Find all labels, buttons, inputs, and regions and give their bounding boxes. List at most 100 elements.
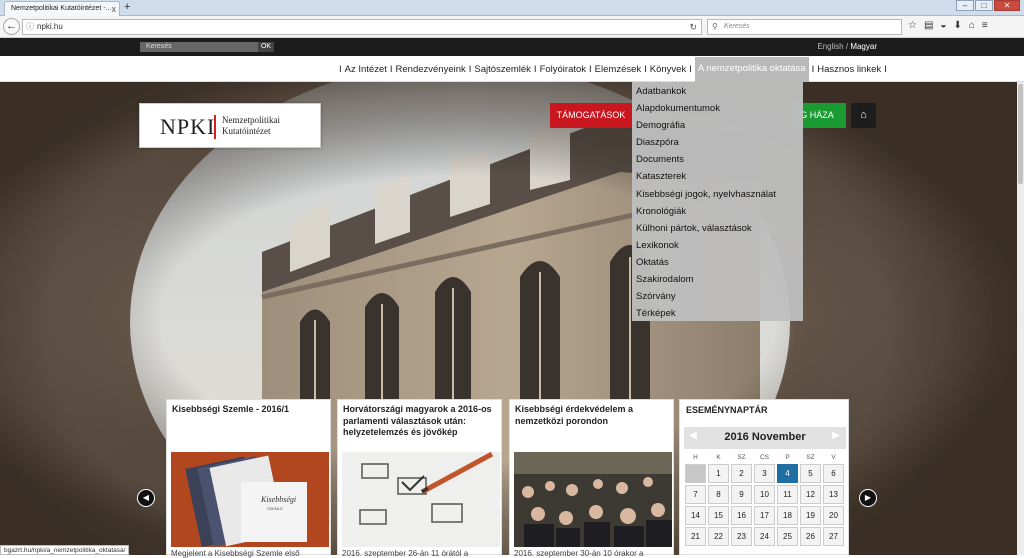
reload-icon[interactable]: ↻ <box>689 20 697 34</box>
calendar-day[interactable]: 25 <box>777 527 798 546</box>
calendar-day[interactable]: 11 <box>777 485 798 504</box>
dropdown-item-kulhoni-partok[interactable]: Külhoni pártok, választások <box>632 220 803 237</box>
search-icon: ⚲ <box>712 22 718 31</box>
tamogatasok-button[interactable]: TÁMOGATÁSOK <box>550 103 632 128</box>
calendar-day[interactable]: 23 <box>731 527 752 546</box>
calendar-day[interactable]: 26 <box>800 527 821 546</box>
calendar-day[interactable]: 22 <box>708 527 729 546</box>
scrollbar-thumb[interactable] <box>1018 84 1023 184</box>
dropdown-item-kataszterek[interactable]: Kataszterek <box>632 168 803 185</box>
news-card-title[interactable]: Kisebbségi Szemle - 2016/1 <box>172 404 328 416</box>
calendar-day[interactable]: 17 <box>754 506 775 525</box>
calendar-day[interactable]: 7 <box>685 485 706 504</box>
site-search-button[interactable]: OK <box>258 42 274 52</box>
dropdown-item-demografia[interactable]: Demográfia <box>632 117 803 134</box>
menu-separator: I <box>339 63 342 75</box>
home-icon[interactable]: ⌂ <box>969 20 975 31</box>
home-button[interactable]: ⌂ <box>851 103 876 128</box>
close-window-icon[interactable]: ✕ <box>994 0 1020 11</box>
dropdown-item-szorvany[interactable]: Szórvány <box>632 288 803 305</box>
new-tab-button[interactable]: + <box>124 0 130 15</box>
calendar-day[interactable]: 13 <box>823 485 844 504</box>
menu-item-rendezvenyeink[interactable]: Rendezvényeink <box>396 64 466 75</box>
lang-english-link[interactable]: English <box>817 42 843 51</box>
calendar-day[interactable]: 18 <box>777 506 798 525</box>
calendar-day[interactable]: 19 <box>800 506 821 525</box>
news-card-title[interactable]: Horvátországi magyarok a 2016-os parlame… <box>343 404 499 439</box>
dropdown-item-szakirodalom[interactable]: Szakirodalom <box>632 271 803 288</box>
reading-list-icon[interactable]: ▤ <box>924 20 933 31</box>
dropdown-item-alapdokumentumok[interactable]: Alapdokumentumok <box>632 100 803 117</box>
info-icon[interactable]: ⓘ <box>26 20 34 34</box>
calendar-day[interactable]: 1 <box>708 464 729 483</box>
news-card[interactable]: Horvátországi magyarok a 2016-os parlame… <box>337 399 502 558</box>
dropdown-item-documents[interactable]: Documents <box>632 151 803 168</box>
page-scrollbar[interactable] <box>1017 82 1024 555</box>
magazine-title-text: Kisebbségi <box>260 495 296 504</box>
calendar-day[interactable]: 6 <box>823 464 844 483</box>
back-arrow-icon[interactable]: ← <box>3 18 20 35</box>
menu-item-elemzesek[interactable]: Elemzések <box>595 64 641 75</box>
hamburger-menu-icon[interactable]: ≡ <box>982 20 988 31</box>
news-card[interactable]: Kisebbségi érdekvédelem a nemzetközi por… <box>509 399 674 558</box>
calendar-day[interactable]: 15 <box>708 506 729 525</box>
day-header: CS <box>759 454 770 461</box>
site-logo[interactable]: NPKI Nemzetpolitikai Kutatóintézet <box>139 103 321 148</box>
calendar-week: 21 22 23 24 25 26 27 <box>684 526 846 547</box>
lang-separator: / <box>845 42 849 51</box>
minimize-icon[interactable]: – <box>956 0 974 11</box>
calendar-day[interactable]: 14 <box>685 506 706 525</box>
browser-tab[interactable]: Nemzetpolitikai Kutatóintézet -... x <box>4 1 120 16</box>
calendar-day[interactable]: 16 <box>731 506 752 525</box>
calendar-day[interactable]: 2 <box>731 464 752 483</box>
dropdown-item-terkepek[interactable]: Térképek <box>632 305 803 322</box>
day-header: V <box>831 454 836 461</box>
dropdown-item-diaszpora[interactable]: Diaszpóra <box>632 134 803 151</box>
calendar-day-today[interactable]: 4 <box>777 464 798 483</box>
calendar-next-icon[interactable]: ▶ <box>832 430 840 441</box>
carousel-prev-icon[interactable]: ◀ <box>137 489 155 507</box>
calendar-day[interactable]: 27 <box>823 527 844 546</box>
news-card-image-audience[interactable] <box>514 452 672 547</box>
calendar-day[interactable]: 12 <box>800 485 821 504</box>
pocket-icon[interactable]: ◒ <box>940 20 946 31</box>
tab-close-icon[interactable]: x <box>112 2 117 16</box>
menu-item-folyoiratok[interactable]: Folyóiratok <box>540 64 586 75</box>
calendar-day[interactable]: 24 <box>754 527 775 546</box>
site-search-input[interactable]: Keresés <box>140 42 258 52</box>
address-bar[interactable]: ⓘ npki.hu ↻ <box>22 19 702 35</box>
dropdown-item-oktatas[interactable]: Oktatás <box>632 254 803 271</box>
calendar-day[interactable]: 8 <box>708 485 729 504</box>
download-icon[interactable]: ⬇ <box>953 20 961 31</box>
menu-item-nemzetpolitika-oktatasa[interactable]: A nemzetpolitika oktatása <box>694 56 809 82</box>
news-card-image-magazines[interactable]: Kisebbségi SZEMLE <box>171 452 329 547</box>
calendar-day[interactable]: 20 <box>823 506 844 525</box>
logo-abbreviation: NPKI <box>160 114 216 139</box>
news-card-title[interactable]: Kisebbségi érdekvédelem a nemzetközi por… <box>515 404 671 427</box>
dropdown-item-kronologiak[interactable]: Kronológiák <box>632 203 803 220</box>
main-menu-items: I Az Intézet I Rendezvényeink I Sajtósze… <box>336 56 890 82</box>
news-card[interactable]: Kisebbségi Szemle - 2016/1 Kisebbségi SZ… <box>166 399 331 558</box>
carousel-next-icon[interactable]: ▶ <box>859 489 877 507</box>
menu-item-az-intezet[interactable]: Az Intézet <box>345 64 387 75</box>
calendar-day[interactable]: 21 <box>685 527 706 546</box>
menu-item-sajtoszemlek[interactable]: Sajtószemlék <box>474 64 531 75</box>
calendar-day[interactable]: 5 <box>800 464 821 483</box>
calendar-day[interactable]: 10 <box>754 485 775 504</box>
lang-magyar-link[interactable]: Magyar <box>850 42 877 51</box>
window-controls: – □ ✕ <box>956 0 1020 11</box>
calendar-day[interactable]: 3 <box>754 464 775 483</box>
dropdown-item-adatbankok[interactable]: Adatbankok <box>632 83 803 100</box>
maximize-icon[interactable]: □ <box>975 0 993 11</box>
day-header: SZ <box>806 454 815 461</box>
bookmark-star-icon[interactable]: ☆ <box>908 20 917 31</box>
calendar-day[interactable]: 9 <box>731 485 752 504</box>
dropdown-item-kisebbsegi-jogok[interactable]: Kisebbségi jogok, nyelvhasználat <box>632 186 803 203</box>
news-card-image-ballot[interactable] <box>342 452 500 547</box>
dropdown-item-lexikonok[interactable]: Lexikonok <box>632 237 803 254</box>
browser-toolbar: ☆ ▤ ◒ ⬇ ⌂ ≡ <box>908 20 988 31</box>
calendar-week: 14 15 16 17 18 19 20 <box>684 505 846 526</box>
menu-item-hasznos-linkek[interactable]: Hasznos linkek <box>817 64 881 75</box>
browser-search-field[interactable]: ⚲ Keresés <box>707 19 902 35</box>
menu-item-konyvek[interactable]: Könyvek <box>650 64 686 75</box>
